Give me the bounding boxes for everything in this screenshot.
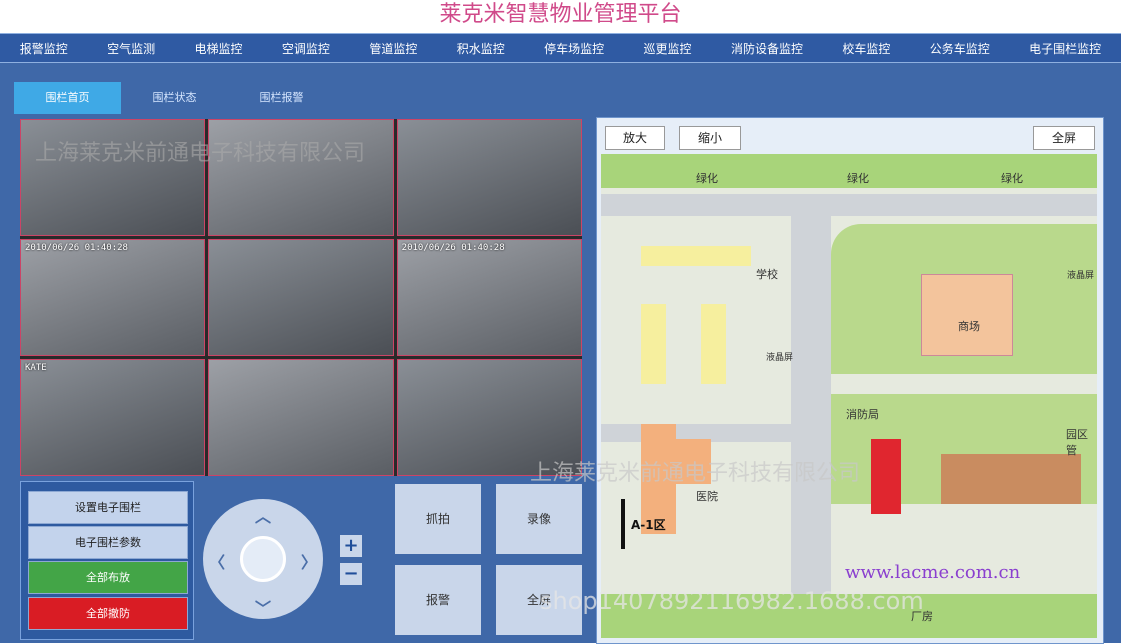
chevron-left-icon[interactable]: 〈 <box>207 549 227 573</box>
nav-parking-monitor[interactable]: 停车场监控 <box>538 36 610 61</box>
map-label-green: 绿化 <box>696 172 718 185</box>
map-label-lcd: 液晶屏 <box>766 353 794 363</box>
map-label-factory: 厂房 <box>911 610 933 623</box>
map-hospital-building <box>676 439 711 484</box>
alarm-button[interactable]: 报警 <box>395 565 481 635</box>
ptz-center-button[interactable] <box>240 536 286 582</box>
camera-feed[interactable] <box>396 359 582 476</box>
ptz-control: ︿ ﹀ 〈 〉 <box>203 499 323 619</box>
map-school-building <box>641 246 751 266</box>
record-button[interactable]: 录像 <box>496 484 582 554</box>
nav-patrol-monitor[interactable]: 巡更监控 <box>638 36 698 61</box>
map-label-zone: A-1区 <box>631 518 666 532</box>
camera-feed[interactable] <box>208 359 394 476</box>
nav-elevator-monitor[interactable]: 电梯监控 <box>189 36 249 61</box>
tab-fence-home[interactable]: 围栏首页 <box>14 82 121 114</box>
map-label-green: 绿化 <box>1001 172 1023 185</box>
map-road <box>601 194 1097 216</box>
nav-fence-monitor[interactable]: 电子围栏监控 <box>1023 36 1107 61</box>
main-area: 围栏首页 围栏状态 围栏报警 2010/06/26 01:40:28 2010/… <box>0 63 1121 644</box>
map-label-lcd: 液晶屏 <box>1067 271 1095 281</box>
nav-air-monitor[interactable]: 空气监测 <box>101 36 161 61</box>
camera-feed[interactable]: KATE <box>20 359 206 476</box>
camera-feed[interactable]: 2010/06/26 01:40:28 <box>20 239 206 356</box>
map-green-strip <box>601 594 1097 638</box>
fence-control-panel: 设置电子围栏 电子围栏参数 全部布放 全部撤防 <box>20 481 194 640</box>
map-road <box>791 214 831 638</box>
map-fullscreen-button[interactable]: 全屏 <box>1033 126 1095 150</box>
fullscreen-video-button[interactable]: 全屏 <box>496 565 582 635</box>
app-title: 莱克米智慧物业管理平台 <box>439 2 682 27</box>
map-label-green: 绿化 <box>847 172 869 185</box>
map-park-mgmt-building <box>941 454 1081 504</box>
camera-timestamp: 2010/06/26 01:40:28 <box>401 243 505 253</box>
tab-bar: 围栏首页 围栏状态 围栏报警 <box>14 82 335 114</box>
nav-official-car-monitor[interactable]: 公务车监控 <box>924 36 996 61</box>
nav-fire-equipment-monitor[interactable]: 消防设备监控 <box>725 36 809 61</box>
map-zoom-out-button[interactable]: 缩小 <box>679 126 741 150</box>
tab-fence-status[interactable]: 围栏状态 <box>121 82 228 114</box>
map-label-school: 学校 <box>756 268 778 281</box>
map-label-fire-station: 消防局 <box>846 408 879 421</box>
camera-timestamp: 2010/06/26 01:40:28 <box>25 243 128 253</box>
chevron-up-icon[interactable]: ︿ <box>253 503 273 527</box>
map-label-park-mgmt: 园区管 <box>1066 428 1088 457</box>
set-fence-button[interactable]: 设置电子围栏 <box>28 491 188 524</box>
map-mall-building <box>921 274 1013 356</box>
camera-feed[interactable] <box>20 119 206 236</box>
map-zoom-in-button[interactable]: 放大 <box>605 126 665 150</box>
chevron-down-icon[interactable]: ﹀ <box>253 595 273 619</box>
campus-map[interactable]: 绿化 绿化 绿化 学校 液晶屏 液晶屏 商场 消防局 园区管 医院 A-1区 厂… <box>601 154 1097 638</box>
map-label-hospital: 医院 <box>696 490 718 503</box>
nav-aircon-monitor[interactable]: 空调监控 <box>276 36 336 61</box>
nav-schoolbus-monitor[interactable]: 校车监控 <box>836 36 896 61</box>
camera-grid: 2010/06/26 01:40:28 2010/06/26 01:40:28 … <box>20 119 582 476</box>
fence-params-button[interactable]: 电子围栏参数 <box>28 526 188 559</box>
map-school-building <box>701 304 726 384</box>
chevron-right-icon[interactable]: 〉 <box>299 549 319 573</box>
nav-water-monitor[interactable]: 积水监控 <box>451 36 511 61</box>
zoom-in-button[interactable]: + <box>340 535 362 557</box>
map-label-mall: 商场 <box>958 320 980 333</box>
map-school-building <box>641 304 666 384</box>
map-fire-station <box>871 439 901 514</box>
camera-timestamp: KATE <box>25 363 47 373</box>
camera-feed[interactable] <box>396 119 582 236</box>
top-nav: 报警监控 空气监测 电梯监控 空调监控 管道监控 积水监控 停车场监控 巡更监控… <box>0 33 1121 63</box>
camera-feed[interactable]: 2010/06/26 01:40:28 <box>396 239 582 356</box>
arm-all-button[interactable]: 全部布放 <box>28 561 188 594</box>
nav-alarm-monitor[interactable]: 报警监控 <box>14 36 74 61</box>
camera-feed[interactable] <box>208 239 394 356</box>
tab-fence-alarm[interactable]: 围栏报警 <box>228 82 335 114</box>
zoom-out-button[interactable]: − <box>340 563 362 585</box>
map-panel: 放大 缩小 全屏 绿化 绿化 绿化 学校 液晶屏 液晶屏 商场 消防局 园区管 … <box>596 117 1104 644</box>
map-zone-marker <box>621 499 625 549</box>
disarm-all-button[interactable]: 全部撤防 <box>28 597 188 630</box>
nav-pipe-monitor[interactable]: 管道监控 <box>363 36 423 61</box>
capture-button[interactable]: 抓拍 <box>395 484 481 554</box>
camera-feed[interactable] <box>208 119 394 236</box>
